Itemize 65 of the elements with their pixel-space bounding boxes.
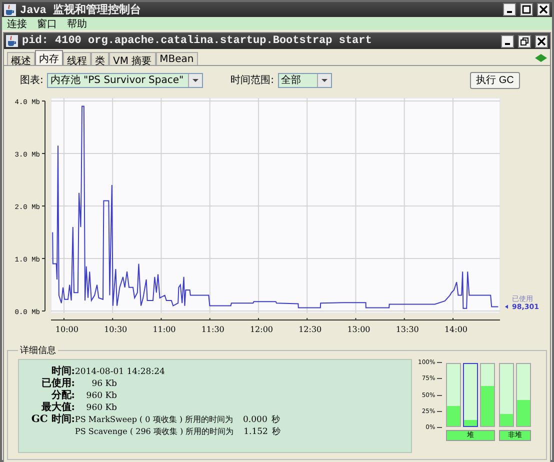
- window-title: Java 监视和管理控制台: [20, 2, 142, 17]
- x-tick-label: 14:00: [444, 325, 468, 334]
- minimize-button[interactable]: [503, 3, 516, 16]
- tab[interactable]: MBean: [156, 52, 198, 65]
- menu-item[interactable]: 窗口: [37, 16, 57, 30]
- x-tick-label: 13:30: [396, 325, 419, 334]
- tab[interactable]: 概述: [7, 52, 35, 65]
- tick-mark: [437, 427, 442, 428]
- detail-label: 分配:: [50, 390, 75, 402]
- tab[interactable]: VM 摘要: [109, 52, 156, 65]
- detail-label: 时间:: [50, 366, 75, 378]
- frame-title: pid: 4100 org.apache.catalina.startup.Bootstrap start: [22, 35, 373, 47]
- gc-time: 1.152: [244, 426, 268, 438]
- tick-mark: [437, 410, 442, 412]
- time-range-label: 时间范围:: [230, 74, 274, 87]
- chart-label: 图表:: [20, 74, 44, 87]
- tick-mark: [437, 394, 442, 396]
- menu-item[interactable]: 连接: [7, 16, 27, 30]
- tab[interactable]: 类: [91, 52, 109, 65]
- gc-description: PS MarkSweep ( 0 项收集 ) 所用的时间为: [75, 414, 234, 426]
- detail-value: 2014-08-01 14:28:24: [75, 366, 166, 378]
- close-button[interactable]: [537, 3, 550, 16]
- memory-bar[interactable]: [463, 363, 478, 427]
- restore-icon: [520, 36, 529, 46]
- menu-item[interactable]: 帮助: [67, 16, 87, 30]
- x-tick-label: 10:30: [104, 325, 128, 334]
- detail-value: 960 Kb: [85, 402, 117, 414]
- x-tick-label: 11:00: [152, 325, 176, 334]
- maximize-button[interactable]: [520, 3, 533, 16]
- detail-label: 最大值:: [40, 402, 75, 414]
- detail-label: 已使用:: [40, 378, 75, 390]
- tab[interactable]: 线程: [63, 52, 91, 65]
- gc-unit: 秒: [272, 426, 281, 438]
- close-button[interactable]: [535, 34, 548, 48]
- close-icon: [539, 5, 548, 14]
- x-tick-label: 12:30: [298, 325, 322, 334]
- detail-value: 960 Kb: [85, 390, 117, 402]
- close-icon: [537, 36, 546, 46]
- time-range-dropdown[interactable]: 全部: [278, 72, 332, 88]
- marker-icon: [505, 304, 508, 309]
- caret-icon[interactable]: [316, 74, 331, 86]
- tick-mark: [437, 378, 442, 380]
- gc-time: 0.000: [243, 414, 268, 426]
- minimize-icon: [505, 42, 510, 44]
- maximize-icon: [522, 5, 531, 14]
- minimize-icon: [507, 11, 512, 13]
- caret-icon[interactable]: [188, 74, 202, 86]
- coffee-cup-icon: [4, 4, 16, 16]
- gc-button[interactable]: 执行 GC: [470, 72, 520, 88]
- x-tick-label: 10:00: [55, 325, 78, 334]
- gc-unit: 秒: [271, 414, 280, 426]
- x-tick-label: 11:30: [201, 325, 224, 334]
- detail-label: GC 时间:: [30, 414, 75, 427]
- connection-icon: [535, 54, 547, 62]
- detail-value: 96 Kb: [90, 378, 117, 390]
- chart-dropdown[interactable]: 内存池 "PS Survivor Space": [47, 72, 203, 88]
- tick-mark: [437, 362, 442, 363]
- details-title: 详细信息: [19, 344, 57, 357]
- x-tick-label: 12:00: [250, 325, 273, 334]
- minimize-button[interactable]: [501, 34, 514, 48]
- x-tick-label: 13:00: [347, 325, 370, 334]
- coffee-cup-icon: [6, 35, 18, 47]
- tab[interactable]: 内存: [35, 50, 63, 65]
- gc-description: PS Scavenge ( 296 项收集 ) 所用的时间为: [75, 426, 234, 438]
- restore-button[interactable]: [518, 34, 531, 48]
